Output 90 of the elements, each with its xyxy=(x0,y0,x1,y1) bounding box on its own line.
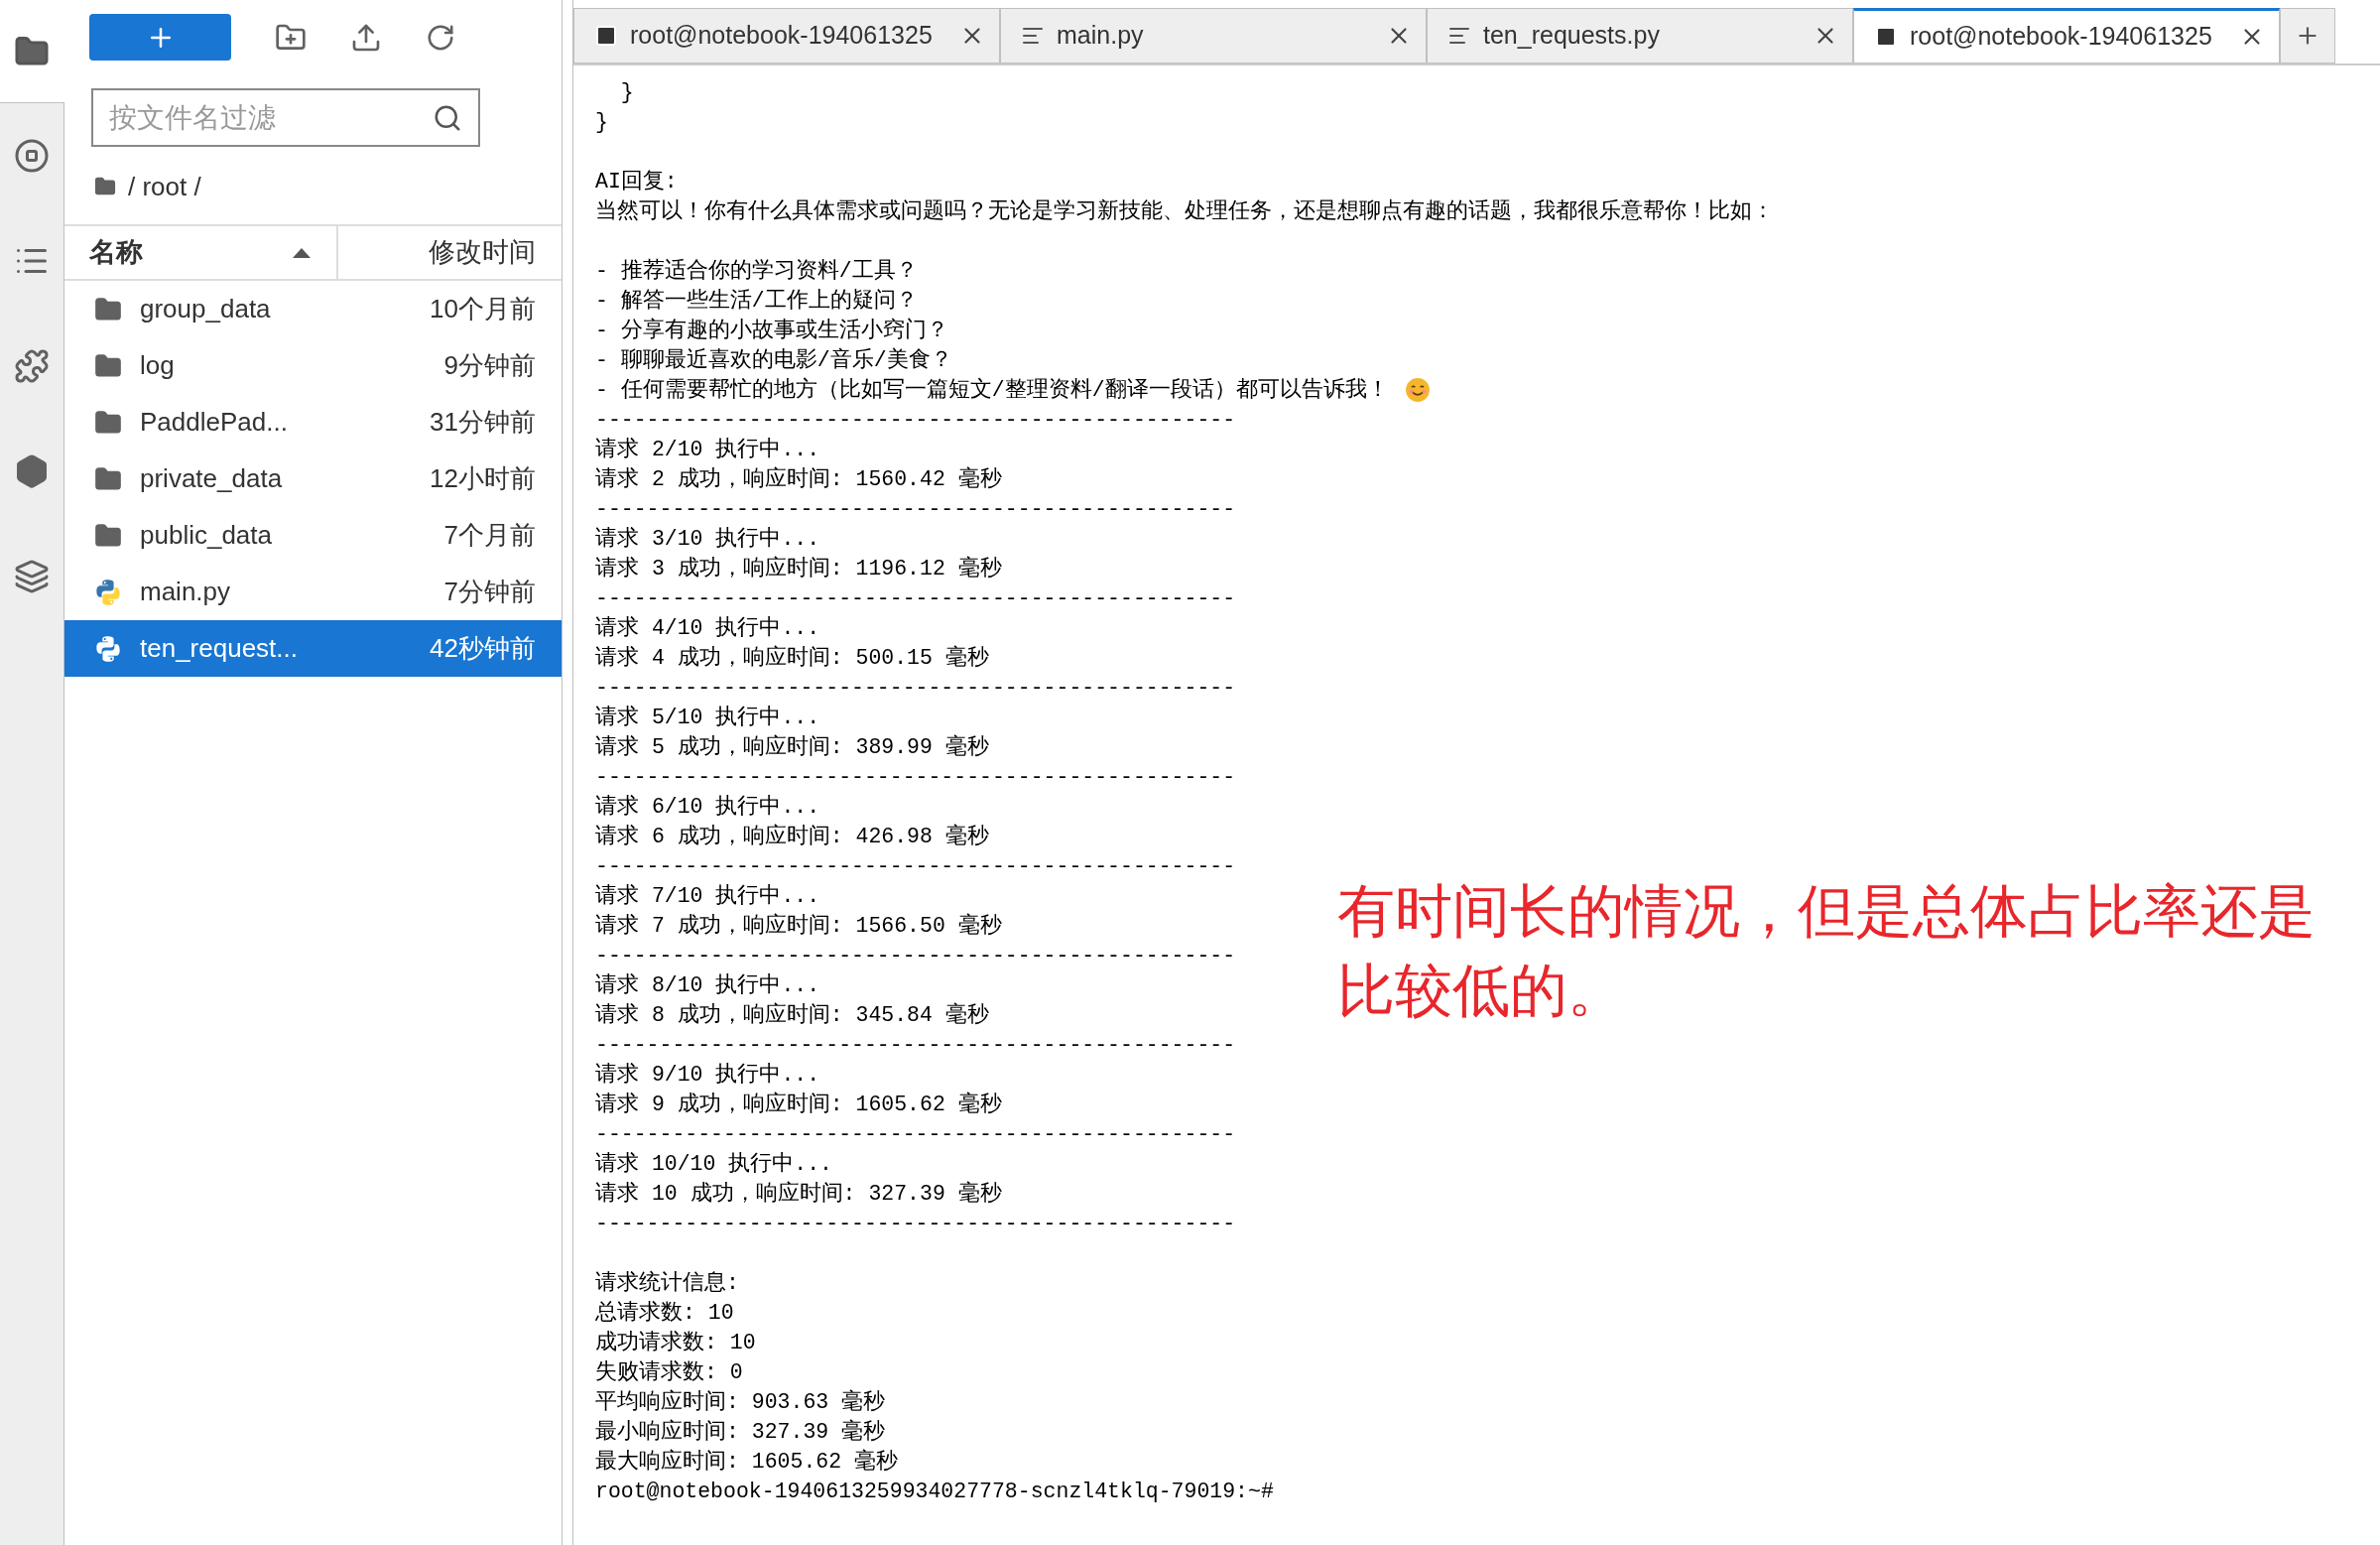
terminal-line: 请求 8/10 执行中... xyxy=(595,972,820,999)
terminal-line: -------------------------------------------------- xyxy=(595,943,1236,969)
tab[interactable]: root@notebook-194061325 xyxy=(1853,8,2280,64)
folder-icon xyxy=(94,521,122,550)
file-name: PaddlePad... xyxy=(140,406,289,439)
terminal-line: -------------------------------------------------- xyxy=(595,407,1236,434)
terminal-line: 请求 2 成功，响应时间: 1560.42 毫秒 xyxy=(595,465,1002,493)
terminal-line: -------------------------------------------------- xyxy=(595,1211,1236,1237)
terminal-line: -------------------------------------------------- xyxy=(595,585,1236,612)
terminal-line: 请求 7/10 执行中... xyxy=(595,883,820,910)
terminal-line: 请求 3/10 执行中... xyxy=(595,526,820,553)
terminal-line: 请求 2/10 执行中... xyxy=(595,437,820,463)
terminal-line: 请求 8 成功，响应时间: 345.84 毫秒 xyxy=(595,1001,989,1029)
modified-time: 9分钟前 xyxy=(443,349,536,382)
terminal-line: 请求 9/10 执行中... xyxy=(595,1062,820,1089)
folder-icon xyxy=(94,408,122,437)
terminal-line: - 分享有趣的小故事或生活小窍门？ xyxy=(595,317,948,344)
tab-title: main.py xyxy=(1057,20,1145,52)
terminal-line: - 聊聊最近喜欢的电影/音乐/美食？ xyxy=(595,346,952,374)
terminal-line: 总请求数: 10 xyxy=(595,1300,734,1327)
filter-input[interactable]: 按文件名过滤 xyxy=(109,96,433,139)
annotation-text: 有时间长的情况，但是总体占比率还是比较低的。 xyxy=(1337,876,2317,1026)
tab[interactable]: main.py xyxy=(1000,8,1427,64)
file-row[interactable]: public_data 7个月前 xyxy=(64,507,562,564)
file-name: private_data xyxy=(140,462,284,495)
terminal-line: - 推荐适合你的学习资料/工具？ xyxy=(595,257,918,285)
file-row[interactable]: group_data 10个月前 xyxy=(64,281,562,337)
terminal-line: 请求 4/10 执行中... xyxy=(595,615,820,642)
modified-time: 42秒钟前 xyxy=(430,632,536,665)
terminal-line: 请求统计信息: xyxy=(595,1269,739,1297)
modified-time: 10个月前 xyxy=(430,293,536,325)
terminal-line: -------------------------------------------------- xyxy=(595,853,1236,880)
terminal-line: 请求 7 成功，响应时间: 1566.50 毫秒 xyxy=(595,912,1002,940)
terminal-line: 平均响应时间: 903.63 毫秒 xyxy=(595,1388,886,1416)
folder-icon xyxy=(94,295,122,323)
file-row[interactable]: main.py 7分钟前 xyxy=(64,564,562,620)
python-icon xyxy=(94,634,122,663)
folder-icon[interactable] xyxy=(0,0,64,103)
terminal-line: } xyxy=(619,79,634,106)
terminal-line: 请求 6/10 执行中... xyxy=(595,794,820,821)
tab-title: root@notebook-194061325 xyxy=(1910,21,2213,53)
file-name: group_data xyxy=(140,293,272,325)
python-icon xyxy=(94,578,122,606)
modified-time: 7个月前 xyxy=(443,519,536,552)
terminal-line: 请求 6 成功，响应时间: 426.98 毫秒 xyxy=(595,823,989,850)
terminal-line: -------------------------------------------------- xyxy=(595,764,1236,791)
column-header[interactable]: 修改时间 xyxy=(338,226,562,279)
modified-time: 31分钟前 xyxy=(430,406,536,439)
terminal-line: 请求 10/10 执行中... xyxy=(595,1151,833,1178)
file-name: public_data xyxy=(140,519,273,552)
terminal-line: -------------------------------------------------- xyxy=(595,675,1236,702)
terminal-line: -------------------------------------------------- xyxy=(595,496,1236,523)
file-row[interactable]: PaddlePad... 31分钟前 xyxy=(64,394,562,451)
file-name: main.py xyxy=(140,576,232,608)
modified-time: 12小时前 xyxy=(430,462,536,495)
filter-box[interactable]: 按文件名过滤 xyxy=(91,88,480,147)
terminal-line: 请求 10 成功，响应时间: 327.39 毫秒 xyxy=(595,1180,1002,1208)
tab-title: root@notebook-194061325 xyxy=(630,20,934,52)
file-name: ten_request... xyxy=(140,632,299,665)
terminal-line: 请求 4 成功，响应时间: 500.15 毫秒 xyxy=(595,644,989,672)
tab-title: ten_requests.py xyxy=(1483,20,1661,52)
terminal-line: 当然可以！你有什么具体需求或问题吗？无论是学习新技能、处理任务，还是想聊点有趣的话题，我都很乐意帮你！比如： xyxy=(595,197,1774,225)
terminal-line: 失败请求数: 0 xyxy=(595,1359,743,1386)
terminal-line: root@notebook-1940613259934027778-scnzl4tklq-79019:~# xyxy=(595,1479,1274,1505)
terminal-line: 最小响应时间: 327.39 毫秒 xyxy=(595,1418,886,1446)
terminal-line: -------------------------------------------------- xyxy=(595,1121,1236,1148)
terminal-line: 请求 5 成功，响应时间: 389.99 毫秒 xyxy=(595,733,989,761)
tab[interactable]: root@notebook-194061325 xyxy=(573,8,1000,64)
folder-icon xyxy=(94,176,116,197)
terminal-line: AI回复: xyxy=(595,169,678,195)
terminal-line: } xyxy=(595,109,608,136)
terminal-line: 请求 5/10 执行中... xyxy=(595,705,820,731)
folder-icon xyxy=(94,351,122,380)
file-name: log xyxy=(140,349,176,382)
terminal-line: 请求 3 成功，响应时间: 1196.12 毫秒 xyxy=(595,555,1002,582)
terminal-line: 请求 9 成功，响应时间: 1605.62 毫秒 xyxy=(595,1091,1002,1118)
terminal-line: 成功请求数: 10 xyxy=(595,1330,756,1356)
terminal-line: - 解答一些生活/工作上的疑问？ xyxy=(595,288,918,315)
file-row[interactable]: ten_request... 42秒钟前 xyxy=(64,620,562,677)
breadcrumb[interactable]: / root / xyxy=(128,167,201,206)
terminal-line: 最大响应时间: 1605.62 毫秒 xyxy=(595,1448,899,1476)
sort-caret-icon xyxy=(293,247,311,258)
modified-time: 7分钟前 xyxy=(443,576,536,608)
column-header[interactable]: 名称 xyxy=(64,226,338,279)
file-row[interactable]: log 9分钟前 xyxy=(64,337,562,394)
terminal-line: - 任何需要帮忙的地方（比如写一篇短文/整理资料/翻译一段话）都可以告诉我！ xyxy=(595,376,1389,404)
terminal-line: -------------------------------------------------- xyxy=(595,1032,1236,1059)
tab[interactable]: ten_requests.py xyxy=(1427,8,1853,64)
folder-icon xyxy=(94,464,122,493)
file-row[interactable]: private_data 12小时前 xyxy=(64,451,562,507)
